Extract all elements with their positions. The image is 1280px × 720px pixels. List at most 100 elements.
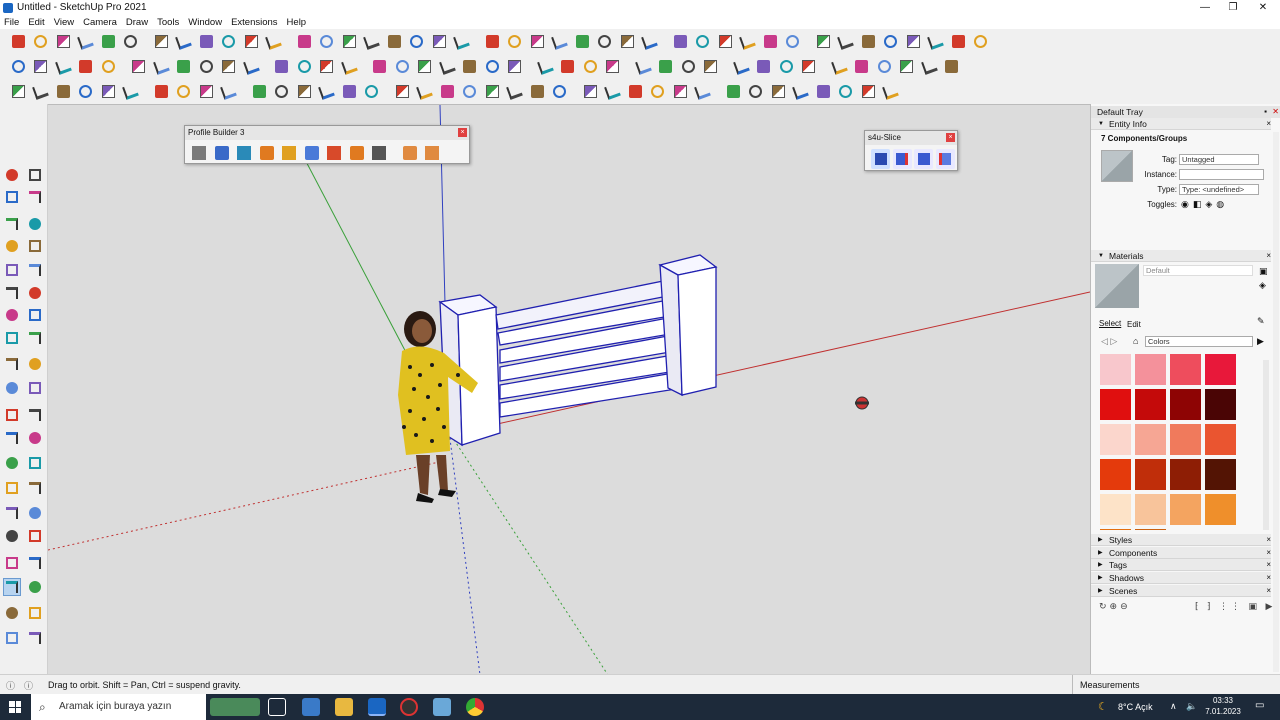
row2-tool-37-icon[interactable] [874, 57, 894, 77]
row1-tool-4-icon[interactable] [76, 32, 96, 52]
row2-tool-19-icon[interactable] [437, 57, 457, 77]
left-tool-11-icon[interactable] [3, 284, 21, 302]
left-tool-7-icon[interactable] [3, 237, 21, 255]
material-swatch[interactable] [1170, 354, 1201, 385]
row3-tool-10-icon[interactable] [219, 82, 239, 102]
left-tool-13-icon[interactable] [3, 306, 21, 324]
left-tool-28-icon[interactable] [26, 479, 44, 497]
material-swatch[interactable] [1170, 424, 1201, 455]
left-tool-25-icon[interactable] [3, 454, 21, 472]
taskbar-widget-icon[interactable] [210, 698, 260, 716]
left-tool-26-icon[interactable] [26, 454, 44, 472]
row2-tool-1-icon[interactable] [8, 57, 28, 77]
row1-tool-27-icon[interactable] [617, 32, 637, 52]
left-tool-23-icon[interactable] [3, 429, 21, 447]
home-icon[interactable]: ⌂ [1133, 336, 1138, 346]
row2-tool-4-icon[interactable] [76, 57, 96, 77]
material-swatch[interactable] [1100, 529, 1131, 530]
row2-tool-2-icon[interactable] [31, 57, 51, 77]
row1-tool-34-icon[interactable] [783, 32, 803, 52]
row2-tool-15-icon[interactable] [339, 57, 359, 77]
material-swatch[interactable] [1135, 354, 1166, 385]
row2-tool-6-icon[interactable] [129, 57, 149, 77]
row3-tool-30-icon[interactable] [693, 82, 713, 102]
profile-builder-tool-7-icon[interactable] [324, 143, 344, 163]
left-tool-18-icon[interactable] [26, 355, 44, 373]
scenes-view-controls[interactable]: ⁅ ⁆ ⋮⋮ ▣ ▶ [1195, 601, 1275, 612]
left-tool-39-icon[interactable] [3, 629, 21, 647]
left-tool-31-icon[interactable] [3, 527, 21, 545]
row2-tool-16-icon[interactable] [370, 57, 390, 77]
sketchup-taskbar-icon[interactable] [368, 698, 386, 716]
info-icon[interactable]: ⓘ [6, 679, 15, 692]
swatch-scrollbar[interactable] [1263, 360, 1269, 530]
material-swatch[interactable] [1100, 494, 1131, 525]
row1-tool-41-icon[interactable] [948, 32, 968, 52]
menu-help[interactable]: Help [287, 17, 307, 28]
left-tool-29-icon[interactable] [3, 504, 21, 522]
slice-tool-1-icon[interactable] [871, 149, 890, 169]
menu-edit[interactable]: Edit [28, 17, 44, 28]
left-tool-21-icon[interactable] [3, 406, 21, 424]
row1-tool-26-icon[interactable] [595, 32, 615, 52]
back-forward-icons[interactable]: ◁ ▷ [1101, 336, 1117, 347]
left-tool-36-icon[interactable] [26, 578, 44, 596]
left-tool-4-icon[interactable] [26, 188, 44, 206]
details-arrow-icon[interactable]: ▶ [1257, 336, 1264, 347]
profile-builder-tool-4-icon[interactable] [257, 143, 277, 163]
row2-tool-35-icon[interactable] [829, 57, 849, 77]
row2-tool-7-icon[interactable] [151, 57, 171, 77]
row3-tool-8-icon[interactable] [174, 82, 194, 102]
material-swatch[interactable] [1135, 529, 1166, 530]
row3-tool-35-icon[interactable] [813, 82, 833, 102]
menu-view[interactable]: View [54, 17, 74, 28]
left-tool-16-icon[interactable] [26, 329, 44, 347]
row2-tool-21-icon[interactable] [482, 57, 502, 77]
row2-tool-8-icon[interactable] [174, 57, 194, 77]
slice-tool-4-icon[interactable] [935, 149, 955, 169]
row3-tool-31-icon[interactable] [723, 82, 743, 102]
profile-builder-close-button[interactable]: × [458, 128, 467, 137]
menu-file[interactable]: File [4, 17, 19, 28]
row2-tool-34-icon[interactable] [799, 57, 819, 77]
row2-tool-20-icon[interactable] [460, 57, 480, 77]
profile-builder-tool-1-icon[interactable] [189, 143, 209, 163]
material-name-field[interactable]: Default [1143, 265, 1253, 276]
row3-tool-3-icon[interactable] [53, 82, 73, 102]
row3-tool-36-icon[interactable] [836, 82, 856, 102]
row3-tool-19-icon[interactable] [437, 82, 457, 102]
row3-tool-22-icon[interactable] [505, 82, 525, 102]
row1-tool-5-icon[interactable] [98, 32, 118, 52]
left-tool-10-icon[interactable] [26, 261, 44, 279]
volume-icon[interactable]: 🔈 [1186, 701, 1197, 712]
row3-tool-21-icon[interactable] [482, 82, 502, 102]
s4u-slice-close-button[interactable]: × [946, 133, 955, 142]
row1-tool-22-icon[interactable] [505, 32, 525, 52]
left-tool-22-icon[interactable] [26, 406, 44, 424]
row3-tool-28-icon[interactable] [648, 82, 668, 102]
left-tool-12-icon[interactable] [26, 284, 44, 302]
row2-tool-18-icon[interactable] [415, 57, 435, 77]
material-swatch[interactable] [1205, 424, 1236, 455]
chrome-icon[interactable] [466, 698, 484, 716]
profile-builder-tool-8-icon[interactable] [347, 143, 367, 163]
row2-tool-17-icon[interactable] [392, 57, 412, 77]
close-panel-icon[interactable]: × [1266, 118, 1271, 130]
eyedropper-icon[interactable]: ✎ [1257, 316, 1265, 327]
row1-tool-11-icon[interactable] [241, 32, 261, 52]
menu-camera[interactable]: Camera [83, 17, 117, 28]
material-swatch[interactable] [1100, 459, 1131, 490]
profile-builder-tool-6-icon[interactable] [302, 143, 322, 163]
row1-tool-3-icon[interactable] [53, 32, 73, 52]
file-explorer-icon[interactable] [335, 698, 353, 716]
maximize-button[interactable]: ❐ [1218, 0, 1248, 15]
row2-tool-12-icon[interactable] [272, 57, 292, 77]
row1-tool-10-icon[interactable] [219, 32, 239, 52]
material-swatch[interactable] [1205, 354, 1236, 385]
row3-tool-23-icon[interactable] [527, 82, 547, 102]
row2-tool-25-icon[interactable] [580, 57, 600, 77]
row1-tool-18-icon[interactable] [407, 32, 427, 52]
row1-tool-17-icon[interactable] [384, 32, 404, 52]
row3-tool-32-icon[interactable] [746, 82, 766, 102]
scenes-controls[interactable]: ↻⊕⊖ [1099, 601, 1131, 612]
